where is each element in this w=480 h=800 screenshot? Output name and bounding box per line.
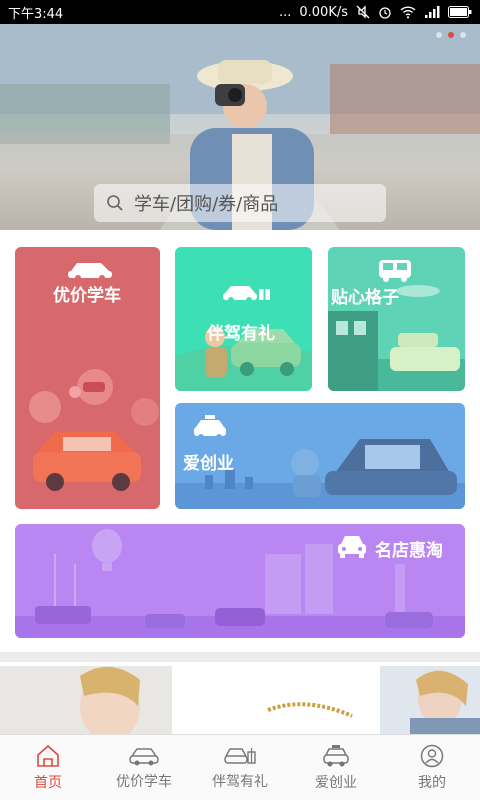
tab-love-business[interactable]: 爱创业	[288, 735, 384, 800]
status-time: 下午3:44	[8, 6, 64, 22]
car-front-icon	[338, 536, 366, 558]
tile-caring-grid[interactable]: 贴心格子	[328, 247, 465, 391]
tab-price-driving[interactable]: 优价学车	[96, 735, 192, 800]
wifi-icon	[400, 6, 416, 19]
product-strip	[0, 662, 480, 734]
tab-home[interactable]: 首页	[0, 735, 96, 800]
tab-label: 爱创业	[315, 774, 357, 791]
tile-label: 名店惠淘	[375, 541, 443, 561]
search-placeholder: 学车/团购/券/商品	[134, 194, 279, 215]
search-box[interactable]: 学车/团购/券/商品	[94, 184, 386, 222]
product-image[interactable]	[0, 666, 172, 734]
car-icon	[129, 747, 159, 765]
tab-label: 伴驾有礼	[212, 773, 268, 790]
banner-pager	[436, 32, 466, 38]
tile-label: 爱创业	[183, 454, 234, 474]
tile-famous-shops[interactable]: 名店惠淘	[15, 524, 465, 638]
tile-companion-gift[interactable]: 伴驾有礼	[175, 247, 312, 391]
signal-icon	[425, 6, 440, 18]
tab-label: 优价学车	[116, 773, 172, 790]
home-icon	[37, 744, 59, 767]
car-gift-icon	[223, 285, 270, 303]
bus-icon	[379, 260, 411, 282]
tab-label: 我的	[418, 774, 446, 791]
product-image[interactable]	[380, 666, 480, 734]
product-image[interactable]	[256, 666, 366, 734]
pager-dot[interactable]	[436, 32, 442, 38]
status-icons: ... 0.00K/s	[279, 5, 472, 20]
tile-label: 伴驾有礼	[207, 324, 275, 344]
status-bar: 下午3:44 ... 0.00K/s	[0, 0, 480, 24]
pager-dot[interactable]	[460, 32, 466, 38]
battery-icon	[448, 6, 472, 18]
pager-dot-active[interactable]	[448, 32, 454, 38]
tile-label: 优价学车	[53, 286, 121, 306]
mute-icon	[356, 5, 370, 19]
search-icon	[107, 195, 123, 211]
car-icon	[68, 263, 112, 281]
taxi-icon	[194, 415, 226, 440]
signal-dots: ...	[278, 4, 292, 20]
car-gift-icon	[224, 747, 256, 764]
tile-price-driving[interactable]: 优价学车	[15, 247, 160, 509]
tab-label: 首页	[34, 774, 62, 791]
tile-label: 贴心格子	[331, 288, 399, 308]
alarm-icon	[379, 7, 391, 19]
taxi-icon	[323, 744, 349, 766]
network-speed: 0.00K/s	[299, 4, 348, 20]
section-divider	[0, 652, 480, 662]
promo-banner[interactable]: 学车/团购/券/商品	[0, 24, 480, 230]
tab-companion-gift[interactable]: 伴驾有礼	[192, 735, 288, 800]
user-icon	[420, 744, 444, 767]
tab-me[interactable]: 我的	[384, 735, 480, 800]
feature-grid: 优价学车 伴驾有礼 贴心格子 爱创业 名店惠淘	[0, 230, 480, 652]
bottom-tab-bar: 首页 优价学车 伴驾有礼 爱创业 我的	[0, 734, 480, 800]
tile-love-business[interactable]: 爱创业	[175, 403, 465, 509]
